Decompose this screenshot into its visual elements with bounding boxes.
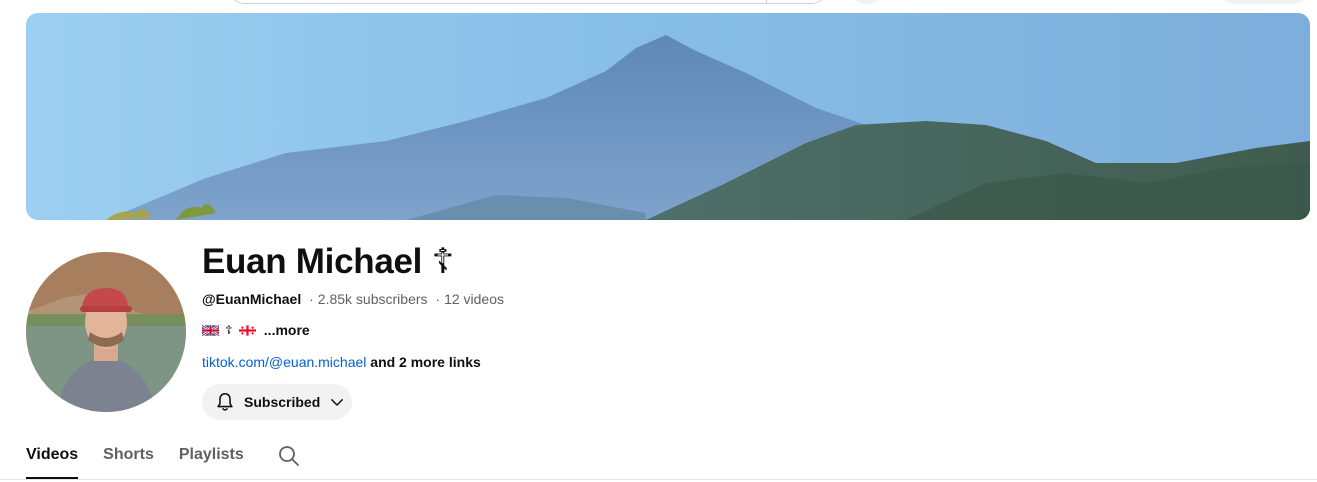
tab-playlists[interactable]: Playlists bbox=[179, 436, 244, 479]
channel-links: tiktok.com/@euan.michael and 2 more link… bbox=[202, 353, 481, 371]
page-title: Euan Michael ☦ bbox=[202, 240, 454, 284]
channel-tabs: Videos Shorts Playlists bbox=[26, 436, 301, 480]
tab-shorts[interactable]: Shorts bbox=[103, 436, 154, 479]
subscribed-button[interactable]: Subscribed bbox=[202, 384, 352, 420]
georgia-flag-icon bbox=[238, 324, 256, 336]
more-links-button[interactable]: and 2 more links bbox=[370, 354, 480, 370]
channel-name-text: Euan Michael bbox=[202, 242, 423, 281]
subscribed-label: Subscribed bbox=[244, 394, 321, 410]
chevron-down-icon bbox=[331, 399, 344, 406]
channel-meta: @EuanMichael · 2.85k subscribers · 12 vide… bbox=[202, 290, 504, 308]
channel-banner bbox=[26, 13, 1310, 220]
avatar-image bbox=[26, 252, 186, 412]
meta-separator: · bbox=[435, 291, 441, 307]
video-count: 12 videos bbox=[444, 291, 505, 307]
tabs-divider bbox=[0, 479, 1317, 480]
description-more-button[interactable]: ...more bbox=[264, 321, 310, 339]
channel-description[interactable]: ☦ ...more bbox=[202, 321, 310, 339]
uk-flag-icon bbox=[202, 324, 219, 336]
avatar[interactable] bbox=[26, 252, 186, 412]
bell-icon bbox=[217, 392, 233, 411]
search-icon[interactable] bbox=[277, 444, 301, 468]
search-bar[interactable] bbox=[228, 0, 828, 4]
orthodox-cross-icon: ☦ bbox=[431, 242, 455, 281]
search-divider bbox=[766, 0, 767, 4]
subscriber-count: 2.85k subscribers bbox=[317, 291, 428, 307]
voice-search-button[interactable] bbox=[850, 0, 884, 4]
tab-videos[interactable]: Videos bbox=[26, 436, 79, 479]
header-pill-button[interactable] bbox=[1218, 0, 1310, 4]
tiktok-link[interactable]: tiktok.com/@euan.michael bbox=[202, 354, 366, 370]
channel-handle: @EuanMichael bbox=[202, 291, 302, 307]
meta-separator: · bbox=[309, 291, 314, 307]
orthodox-cross-icon: ☦ bbox=[225, 323, 233, 337]
banner-image bbox=[26, 13, 1310, 220]
